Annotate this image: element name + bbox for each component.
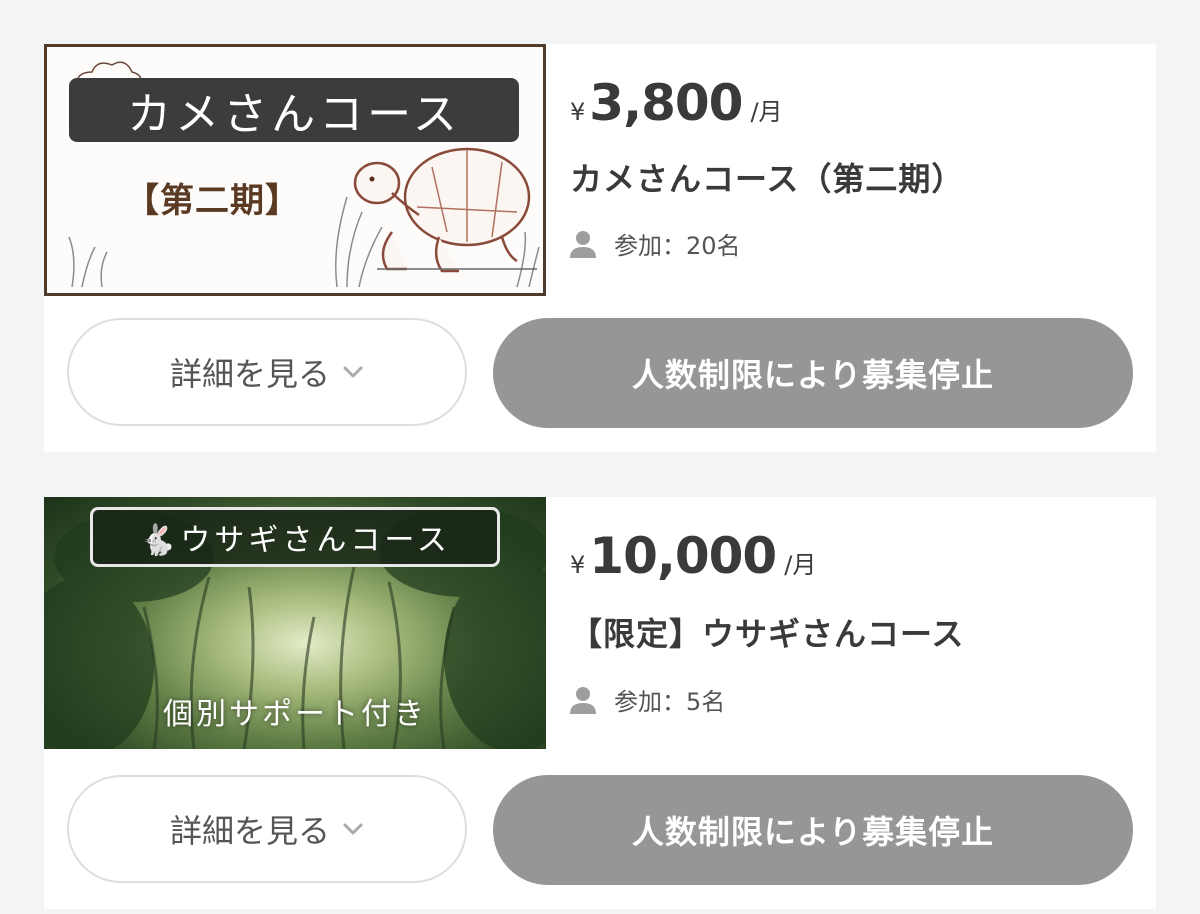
currency-symbol: ¥ xyxy=(570,551,586,579)
view-details-label: 詳細を見る xyxy=(169,355,330,393)
course-title: カメさんコース（第二期） xyxy=(570,160,965,198)
thumbnail-subtitle: 個別サポート付き xyxy=(163,697,427,732)
course-card-usagi: 🐇ウサギさんコース 個別サポート付き ¥ 10,000 /月 【限定】ウサギさん… xyxy=(44,497,1156,909)
course-card-kame: カメさんコース 【第二期】 ¥ 3,800 /月 カメさんコース（第二期） 参加… xyxy=(44,44,1156,452)
member-count: 参加：20名 xyxy=(570,226,741,261)
price-amount: 3,800 xyxy=(589,74,743,132)
thumbnail-title: 🐇ウサギさんコース xyxy=(90,507,500,567)
thumbnail-subtitle: 【第二期】 xyxy=(125,181,300,221)
recruitment-closed-button[interactable]: 人数制限により募集停止 xyxy=(493,318,1133,428)
course-thumbnail-kame: カメさんコース 【第二期】 xyxy=(44,44,546,296)
price-amount: 10,000 xyxy=(589,527,777,585)
price-period: /月 xyxy=(784,551,817,579)
price-period: /月 xyxy=(750,98,783,126)
price: ¥ 10,000 /月 xyxy=(570,527,816,585)
recruitment-closed-button[interactable]: 人数制限により募集停止 xyxy=(493,775,1133,885)
member-count-label: 参加：5名 xyxy=(614,688,726,716)
view-details-button[interactable]: 詳細を見る xyxy=(67,318,467,426)
course-title: 【限定】ウサギさんコース xyxy=(570,615,965,653)
member-count-label: 参加：20名 xyxy=(614,232,741,260)
recruitment-closed-label: 人数制限により募集停止 xyxy=(631,356,995,394)
member-count: 参加：5名 xyxy=(570,682,725,717)
currency-symbol: ¥ xyxy=(570,98,586,126)
chevron-down-icon xyxy=(343,366,363,378)
thumbnail-title: カメさんコース xyxy=(69,78,519,142)
chevron-down-icon xyxy=(343,823,363,835)
price: ¥ 3,800 /月 xyxy=(570,74,783,132)
view-details-button[interactable]: 詳細を見る xyxy=(67,775,467,883)
person-icon xyxy=(570,686,596,714)
course-thumbnail-usagi: 🐇ウサギさんコース 個別サポート付き xyxy=(44,497,546,749)
recruitment-closed-label: 人数制限により募集停止 xyxy=(631,813,995,851)
person-icon xyxy=(570,230,596,258)
view-details-label: 詳細を見る xyxy=(169,812,330,850)
